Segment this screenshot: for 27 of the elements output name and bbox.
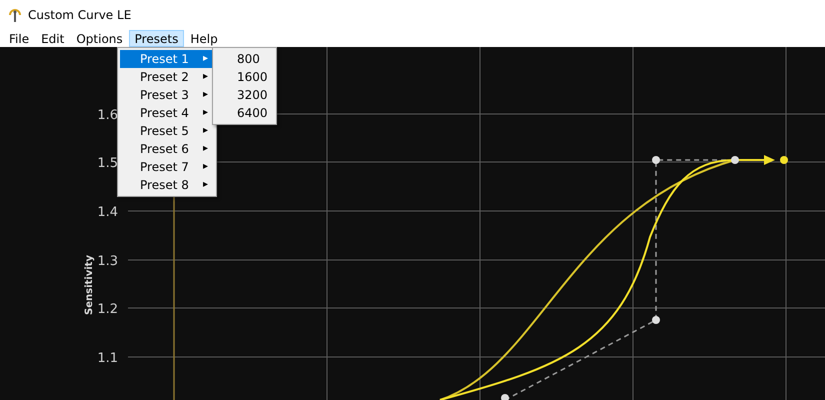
menu-item[interactable]: Preset 5 ▸ <box>120 122 214 140</box>
menu-item[interactable]: Preset 7 ▸ <box>120 158 214 176</box>
menu-item[interactable]: Preset 6 ▸ <box>120 140 214 158</box>
menu-item[interactable]: Preset 3 ▸ <box>120 86 214 104</box>
menu-item[interactable]: 6400 <box>215 104 274 122</box>
axis-label: Sensitivity <box>84 255 95 315</box>
menu-item[interactable]: Presets <box>128 30 184 47</box>
curve-drawing[interactable] <box>440 155 788 400</box>
y-tick-label: 1.5 <box>97 156 118 171</box>
menu-item[interactable]: Preset 2 ▸ <box>120 68 214 86</box>
menu-item[interactable]: File <box>3 30 36 47</box>
menu-item[interactable]: Options <box>70 30 129 47</box>
menu-item[interactable]: Preset 8 ▸ <box>120 176 214 194</box>
menu-item[interactable]: Help <box>184 30 224 47</box>
menu-item[interactable]: 3200 <box>215 86 274 104</box>
window-title: Custom Curve LE <box>28 7 132 24</box>
y-tick-label: 1.1 <box>97 351 118 366</box>
menu-item[interactable]: Preset 4 ▸ <box>120 104 214 122</box>
y-tick-label: 1.3 <box>97 254 118 269</box>
menu-item[interactable]: 800 <box>215 50 274 68</box>
y-tick-label: 1.2 <box>97 302 118 317</box>
app-icon <box>8 7 22 23</box>
y-tick-label: 1.6 <box>97 108 118 123</box>
menu-item[interactable]: Preset 1 ▸ <box>120 50 214 68</box>
menu-item[interactable]: 1600 <box>215 68 274 86</box>
y-tick-label: 1.4 <box>97 205 118 220</box>
menu-item[interactable]: Edit <box>35 30 70 47</box>
